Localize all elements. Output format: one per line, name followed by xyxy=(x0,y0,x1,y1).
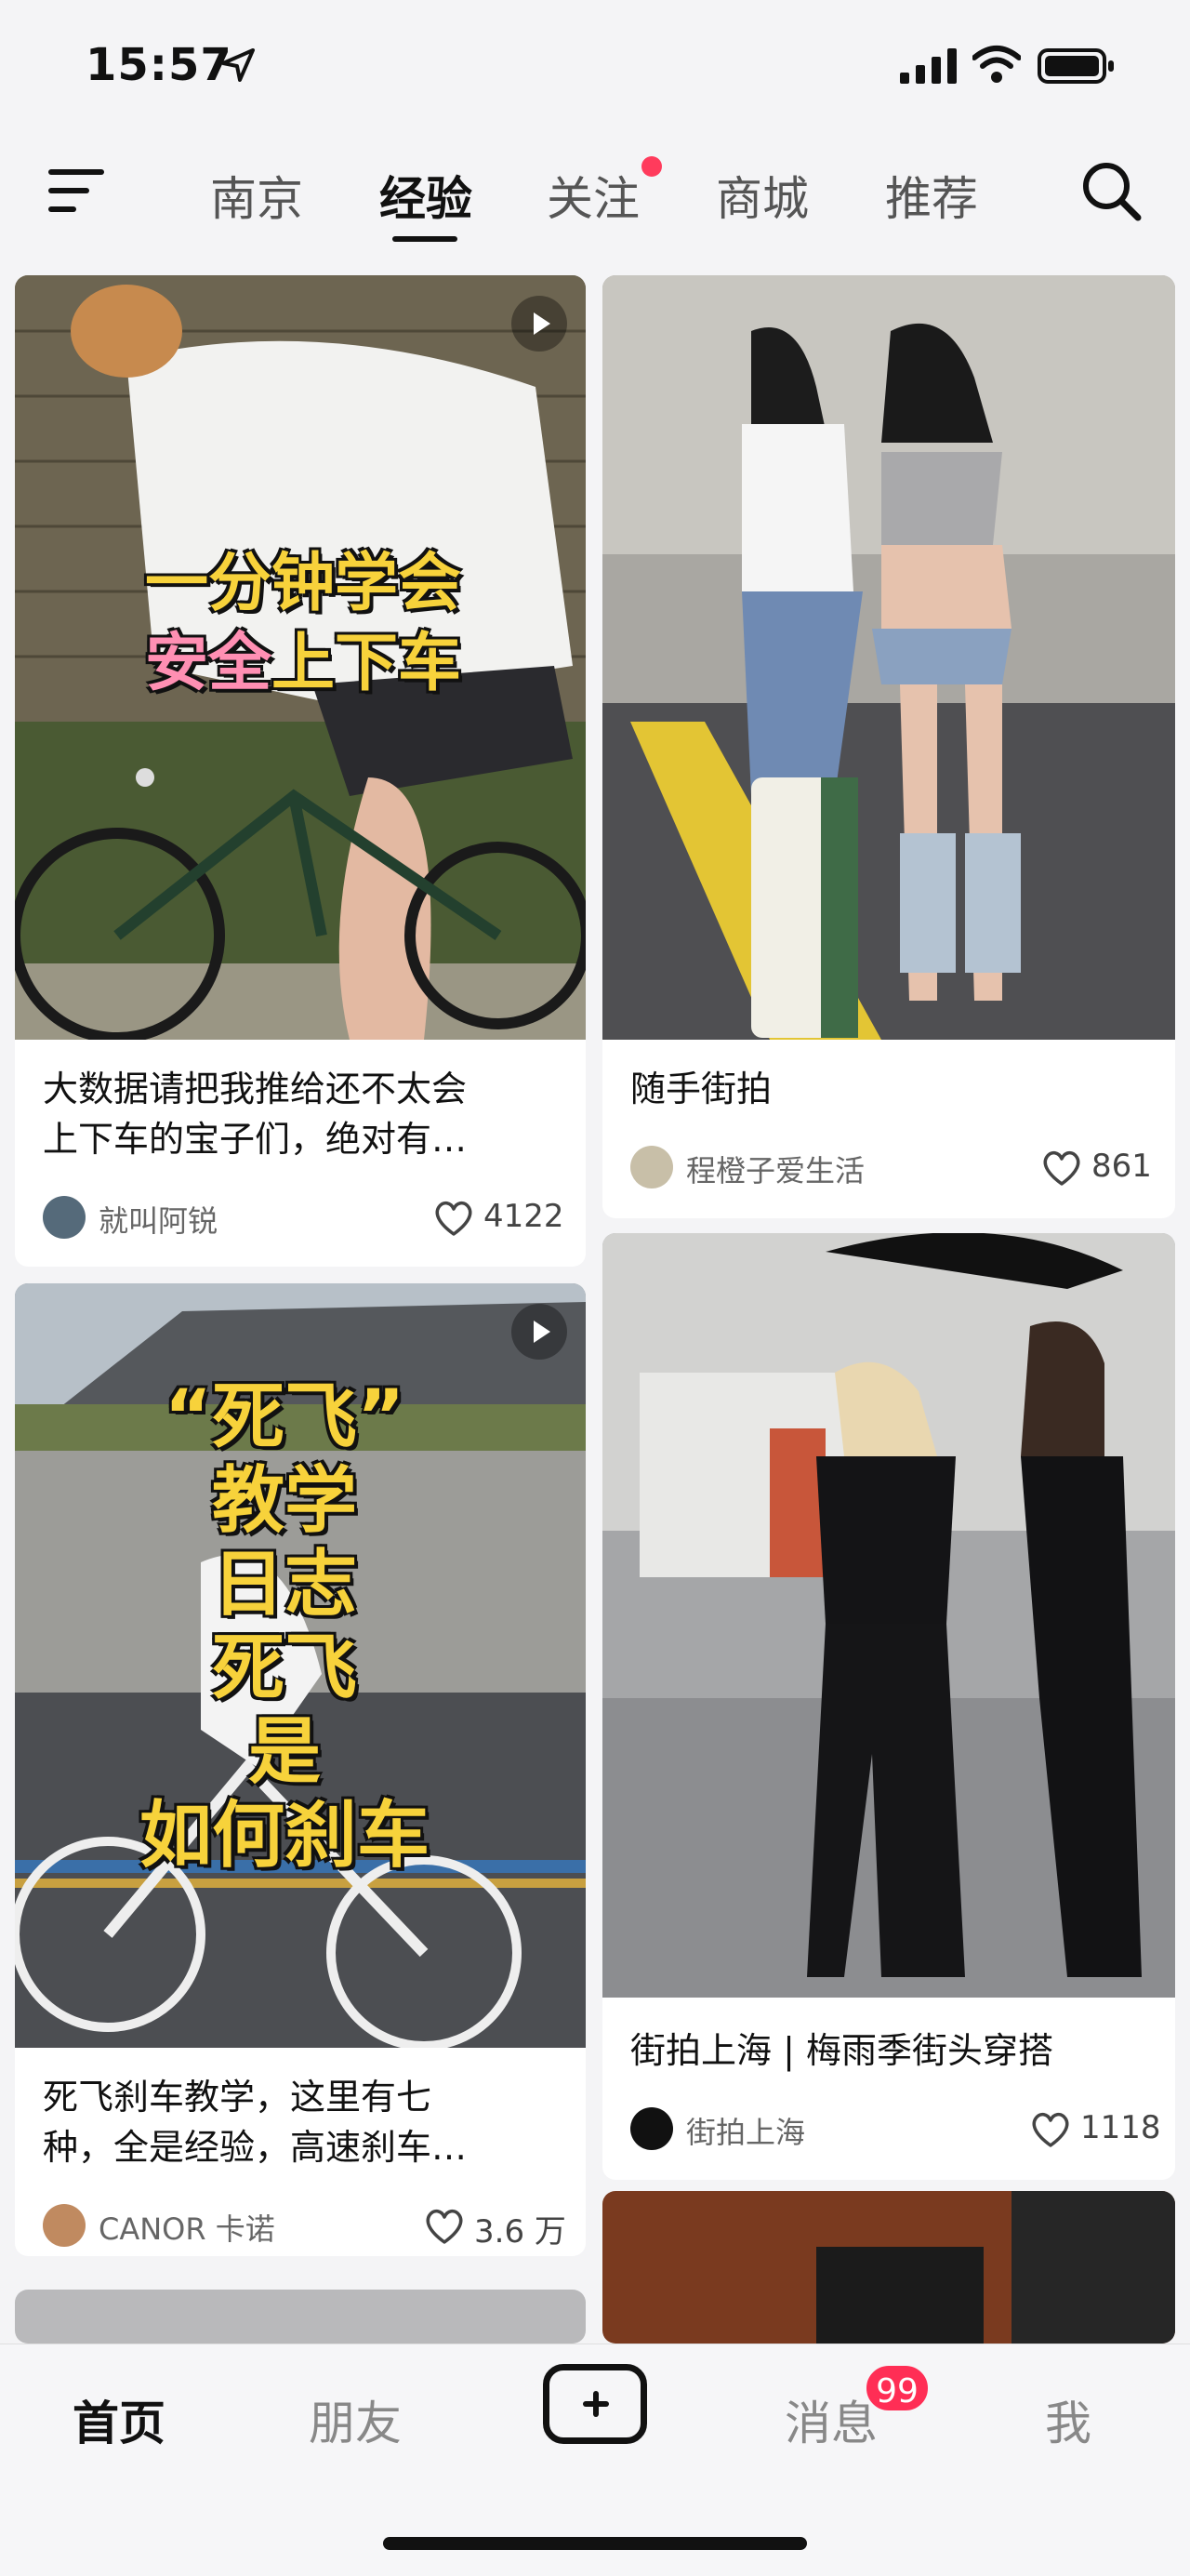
author-name[interactable]: 就叫阿锐 xyxy=(99,1198,218,1241)
menu-icon[interactable] xyxy=(46,166,108,216)
video-play-icon xyxy=(511,296,567,352)
tab-mall[interactable]: 商城 xyxy=(716,162,809,229)
location-arrow-icon xyxy=(221,48,255,82)
post-image xyxy=(602,1233,1175,1998)
avatar[interactable] xyxy=(630,2107,673,2150)
message-badge: 99 xyxy=(863,2362,932,2414)
author-name[interactable]: 程橙子爱生活 xyxy=(686,1148,865,1190)
post-caption-line-2: 上下车的宝子们，绝对有… xyxy=(43,1119,468,1160)
tab-friends[interactable]: 朋友 xyxy=(309,2386,402,2453)
heart-icon[interactable] xyxy=(1030,2111,1071,2148)
tab-following[interactable]: 关注 xyxy=(547,162,640,229)
cover-title-line-4: 死飞 xyxy=(211,1627,357,1710)
status-bar: 15:57 xyxy=(0,0,1190,139)
feed-card[interactable]: 一分钟学会 安全上下车 大数据请把我推给还不太会 上下车的宝子们，绝对有… 就叫… xyxy=(15,275,586,1267)
tab-recommend[interactable]: 推荐 xyxy=(885,162,978,229)
cover-title-line-1: 一分钟学会 xyxy=(144,547,461,620)
heart-icon[interactable] xyxy=(1041,1149,1082,1187)
cover-title-line-2: 教学 xyxy=(211,1459,357,1543)
author-name[interactable]: CANOR 卡诺 xyxy=(99,2206,275,2249)
active-tab-indicator xyxy=(392,236,457,242)
video-play-icon xyxy=(511,1304,567,1360)
tab-me[interactable]: 我 xyxy=(1045,2386,1091,2453)
post-caption: 死飞刹车教学，这里有七 xyxy=(43,2077,432,2118)
battery-icon xyxy=(1038,48,1114,84)
feed-card[interactable]: 随手街拍 程橙子爱生活 861 xyxy=(602,275,1175,1218)
feed-card[interactable] xyxy=(15,2290,586,2344)
post-image xyxy=(602,275,1175,1040)
cover-title-line-5: 是 xyxy=(247,1710,321,1794)
avatar[interactable] xyxy=(43,2204,86,2247)
like-count: 4122 xyxy=(483,1198,564,1235)
heart-icon[interactable] xyxy=(424,2208,465,2245)
post-caption: 街拍上海 | 梅雨季街头穿搭 xyxy=(630,2030,1053,2071)
feed-card[interactable]: “死飞” 教学 日志 死飞 是 如何刹车 死飞刹车教学，这里有七 种，全是经验，… xyxy=(15,1283,586,2256)
cover-title-line-6: 如何刹车 xyxy=(139,1794,430,1878)
notification-dot xyxy=(641,156,662,177)
cellular-signal-icon xyxy=(900,48,957,84)
like-count: 1118 xyxy=(1080,2109,1161,2146)
feed-card[interactable]: 街拍上海 | 梅雨季街头穿搭 街拍上海 1118 xyxy=(602,1233,1175,2180)
wifi-icon xyxy=(972,46,1021,83)
status-time: 15:57 xyxy=(86,39,232,91)
cover-title-line-2: 安全上下车 xyxy=(144,627,462,700)
tab-experience[interactable]: 经验 xyxy=(379,162,472,229)
cover-highlight: 安全 xyxy=(144,627,271,700)
cover-title-line-3: 日志 xyxy=(211,1543,357,1627)
like-count: 861 xyxy=(1091,1148,1152,1185)
feed-card[interactable] xyxy=(602,2191,1175,2344)
post-caption: 随手街拍 xyxy=(630,1069,773,1109)
author-name[interactable]: 街拍上海 xyxy=(686,2109,805,2152)
post-caption-line-2: 种，全是经验，高速刹车… xyxy=(43,2127,468,2168)
like-count: 3.6 万 xyxy=(474,2213,566,2251)
heart-icon[interactable] xyxy=(433,1200,474,1237)
tab-nanjing[interactable]: 南京 xyxy=(210,162,303,229)
post-caption: 大数据请把我推给还不太会 xyxy=(43,1069,468,1109)
create-post-button[interactable] xyxy=(543,2364,647,2444)
avatar[interactable] xyxy=(43,1196,86,1239)
search-icon[interactable] xyxy=(1078,158,1144,223)
post-image xyxy=(602,2191,1175,2344)
tab-home[interactable]: 首页 xyxy=(73,2386,165,2453)
avatar[interactable] xyxy=(630,1146,673,1188)
cover-title-line-1: “死飞” xyxy=(164,1375,405,1459)
home-indicator xyxy=(383,2537,807,2550)
